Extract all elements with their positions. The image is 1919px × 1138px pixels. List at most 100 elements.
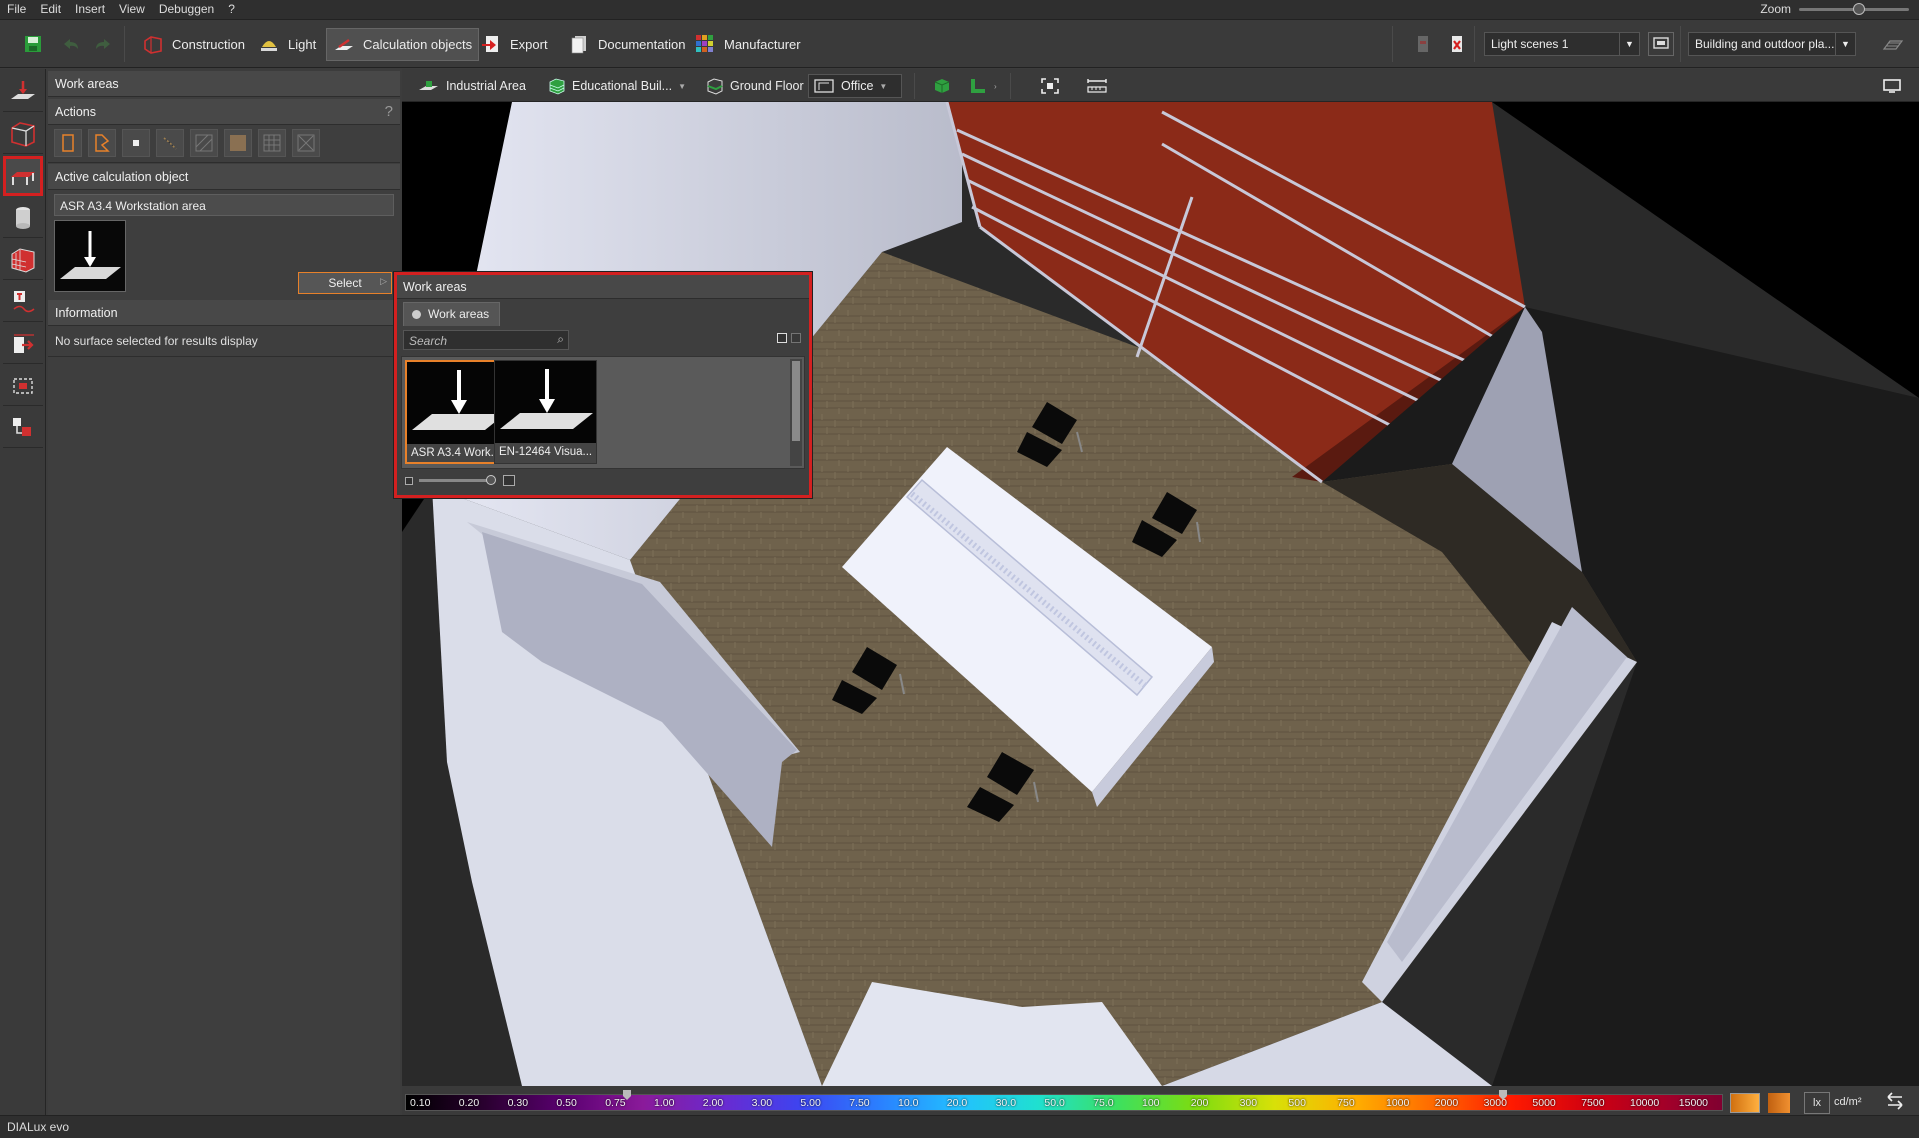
scale-tick-label: 20.0 <box>946 1097 968 1109</box>
breadcrumb-office[interactable]: Office ▼ <box>808 74 902 98</box>
cylinder-icon <box>16 206 30 229</box>
tool-work-areas[interactable] <box>3 156 43 196</box>
popup-tab-work-areas[interactable]: Work areas <box>403 302 501 326</box>
information-header: Information <box>48 300 400 326</box>
split-surface-icon <box>195 134 213 152</box>
work-area-item-label: ASR A3.4 Work... <box>411 447 501 459</box>
menu-edit[interactable]: Edit <box>33 0 68 20</box>
fill-surface-button[interactable] <box>224 129 252 157</box>
gallery-scrollbar[interactable] <box>790 359 802 466</box>
redo-button[interactable] <box>86 28 120 60</box>
tab-manufacturer[interactable]: Manufacturer <box>688 28 807 60</box>
work-area-item-en12464[interactable]: EN-12464 Visua... <box>494 360 597 464</box>
view-walls-button[interactable]: › <box>964 74 1001 98</box>
breadcrumb-educational-building[interactable]: Educational Buil... ▼ <box>544 74 690 98</box>
thumbnail-size-track[interactable] <box>419 475 496 485</box>
scale-tick-label: 10000 <box>1630 1097 1660 1109</box>
calculation-tools-sidebar <box>0 69 46 1115</box>
fit-view-button[interactable] <box>1036 74 1064 98</box>
view-mode-buttons <box>777 333 801 343</box>
zoom-slider-knob[interactable] <box>1853 2 1865 15</box>
draw-rectangle-button[interactable] <box>54 129 82 157</box>
toolbar-separator <box>914 73 915 99</box>
light-scene-settings-button[interactable] <box>1648 32 1674 56</box>
tool-select-area[interactable] <box>3 366 43 406</box>
save-button[interactable] <box>16 28 50 60</box>
tab-calculation-objects[interactable]: Calculation objects <box>326 28 480 61</box>
tab-documentation[interactable]: Documentation <box>562 28 691 60</box>
draw-polygon-button[interactable] <box>88 129 116 157</box>
work-area-item-asr[interactable]: ASR A3.4 Work... <box>405 360 508 464</box>
popup-title-text: Work areas <box>403 280 467 294</box>
tool-text-label[interactable] <box>3 282 43 322</box>
tool-calculation-surface[interactable] <box>3 72 43 112</box>
fullscreen-button[interactable] <box>1878 74 1906 98</box>
tab-calculation-objects-label: Calculation objects <box>363 37 473 52</box>
breadcrumb-ground-floor[interactable]: Ground Floor <box>702 74 808 98</box>
menu-file[interactable]: File <box>0 0 33 20</box>
large-size-icon <box>503 475 515 486</box>
delete-scene-disabled-button[interactable] <box>1406 28 1440 60</box>
tab-light[interactable]: Light <box>252 28 322 60</box>
building-select[interactable]: Building and outdoor pla... ▼ <box>1688 32 1856 56</box>
manufacturer-icon <box>696 35 713 52</box>
tool-room-calculation[interactable] <box>3 114 43 154</box>
draw-point-button[interactable] <box>122 129 150 157</box>
actions-toolbar <box>48 125 400 163</box>
office-3d-scene[interactable] <box>402 102 1919 1086</box>
3d-viewport[interactable] <box>402 102 1919 1086</box>
list-view-button[interactable] <box>791 333 801 343</box>
scale-tick-label: 5000 <box>1532 1097 1556 1109</box>
measure-button[interactable] <box>1082 74 1112 98</box>
unit-cdm2-button[interactable]: cd/m² <box>1834 1096 1862 1108</box>
work-areas-popup: Work areas Work areas Search ⌕ ASR A3.4 … <box>394 272 812 498</box>
split-surface-button[interactable] <box>190 129 218 157</box>
menu-insert[interactable]: Insert <box>68 0 112 20</box>
menu-debuggen[interactable]: Debuggen <box>152 0 221 20</box>
scrollbar-thumb[interactable] <box>792 361 800 441</box>
help-icon[interactable]: ? <box>385 103 393 120</box>
view-3d-button[interactable] <box>928 74 956 98</box>
colour-mode-button[interactable] <box>1730 1093 1760 1113</box>
delete-surface-button[interactable] <box>292 129 320 157</box>
point-icon <box>133 140 139 146</box>
grey-mode-button[interactable] <box>1768 1093 1790 1113</box>
tab-manufacturer-label: Manufacturer <box>724 36 801 52</box>
thumbnail-size-slider[interactable] <box>405 475 515 486</box>
colour-scale-bar[interactable]: 0.10 0.20 0.30 0.50 0.75 1.00 2.00 3.00 5.00 7.50… <box>405 1090 1723 1111</box>
scale-tick-label: 0.50 <box>556 1097 577 1109</box>
tab-export[interactable]: Export <box>474 28 554 60</box>
zoom-control: Zoom <box>1760 2 1909 16</box>
scale-tick-label: 7500 <box>1581 1097 1605 1109</box>
undo-button[interactable] <box>54 28 88 60</box>
thumbnail-size-knob[interactable] <box>486 475 496 485</box>
move-object-icon <box>14 333 34 353</box>
delete-icon <box>1452 36 1462 52</box>
select-button[interactable]: Select <box>298 272 392 294</box>
grid-button[interactable] <box>258 129 286 157</box>
light-scenes-select[interactable]: Light scenes 1 ▼ <box>1484 32 1640 56</box>
swap-scale-button[interactable] <box>1884 1091 1906 1114</box>
tool-arrange[interactable] <box>3 408 43 448</box>
draw-line-button[interactable] <box>156 129 184 157</box>
grid-icon <box>263 134 281 152</box>
rectangle-icon <box>62 134 74 152</box>
tool-room-grid[interactable] <box>3 240 43 280</box>
menu-help[interactable]: ? <box>221 0 242 20</box>
tool-move-object[interactable] <box>3 324 43 364</box>
search-input[interactable]: Search ⌕ <box>403 330 569 350</box>
breadcrumb-industrial-area[interactable]: Industrial Area <box>414 74 530 98</box>
text-annotation-icon <box>13 290 35 312</box>
zoom-slider[interactable] <box>1799 2 1909 15</box>
tool-cylindrical-object[interactable] <box>3 198 43 238</box>
active-object-field[interactable]: ASR A3.4 Workstation area <box>54 194 394 216</box>
toolbar-separator <box>1474 26 1475 62</box>
unit-lx-button[interactable]: lx <box>1804 1092 1830 1114</box>
tab-construction[interactable]: Construction <box>136 28 251 60</box>
documentation-icon <box>571 36 586 54</box>
menu-view[interactable]: View <box>112 0 152 20</box>
grid-view-button[interactable] <box>777 333 787 343</box>
scale-tick-label: 2.00 <box>702 1097 724 1109</box>
plan-view-button[interactable] <box>1876 28 1910 60</box>
delete-light-scene-button[interactable] <box>1440 28 1474 60</box>
